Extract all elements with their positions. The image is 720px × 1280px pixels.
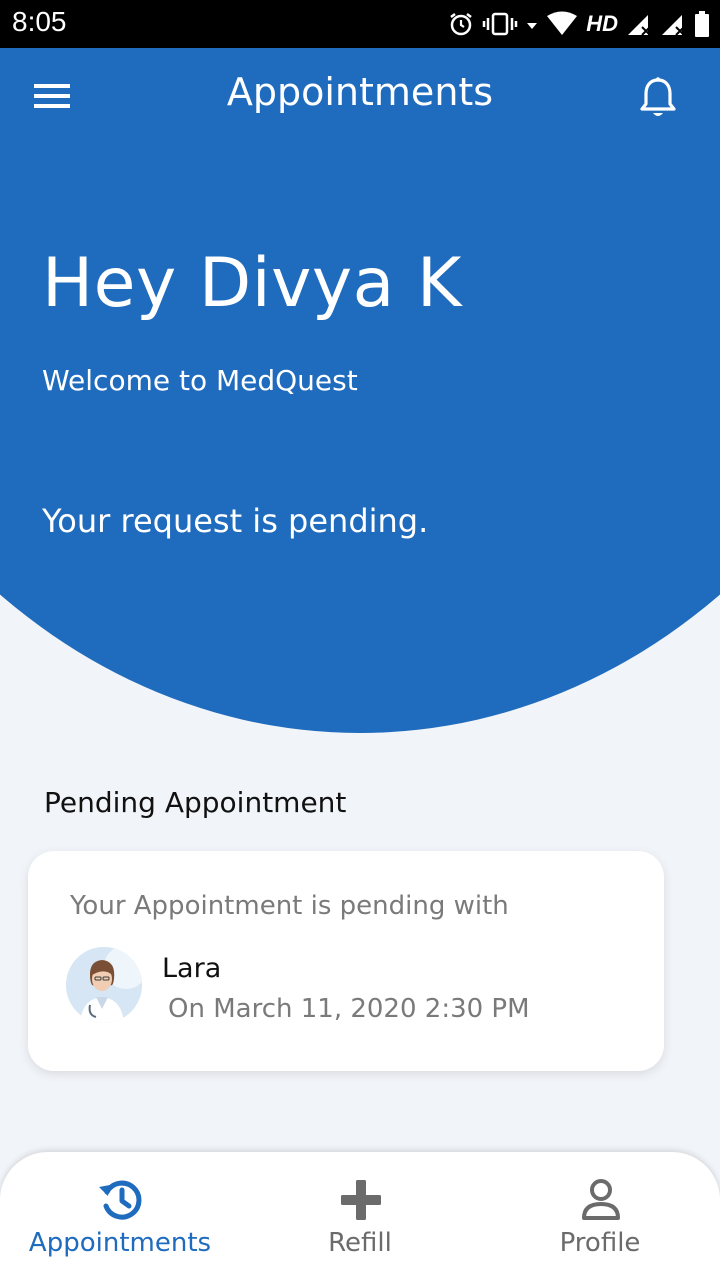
nav-label: Refill [328,1228,392,1258]
card-heading: Your Appointment is pending with [70,891,509,921]
wifi-icon [547,11,578,35]
top-app-bar: Appointments [0,48,720,144]
doctor-name: Lara [162,953,222,984]
greeting-heading: Hey Divya K [42,244,462,323]
nav-label: Appointments [28,1228,212,1258]
hero-section: Appointments Hey Divya K Welcome to MedQ… [0,48,720,738]
alarm-icon [450,13,472,36]
doctor-avatar [66,947,142,1023]
page-title: Appointments [226,70,494,114]
battery-icon [695,11,709,37]
section-title: Pending Appointment [44,786,347,819]
welcome-text: Welcome to MedQuest [42,364,358,397]
person-icon [577,1176,625,1224]
status-icons: HD [448,8,710,40]
appointment-history-icon [97,1176,145,1224]
nav-item-profile[interactable]: Profile [480,1152,720,1280]
data-arrow-icon [527,23,538,29]
status-time: 8:05 [12,6,67,37]
nav-item-appointments[interactable]: Appointments [0,1152,240,1280]
bell-icon[interactable] [638,76,678,124]
signal-icon [662,15,685,36]
status-bar: 8:05 HD [0,0,720,48]
nav-item-refill[interactable]: Refill [240,1152,480,1280]
network-type-label: HD [586,11,618,36]
nav-label: Profile [559,1228,641,1258]
signal-icon [628,15,651,36]
pending-appointment-card[interactable]: Your Appointment is pending with Lara On… [28,851,664,1071]
request-status-text: Your request is pending. [42,502,429,540]
plus-icon [337,1176,385,1224]
appointment-datetime: On March 11, 2020 2:30 PM [168,994,530,1024]
vibrate-icon [482,12,518,36]
bottom-navigation: Appointments Refill Profile [0,1152,720,1280]
